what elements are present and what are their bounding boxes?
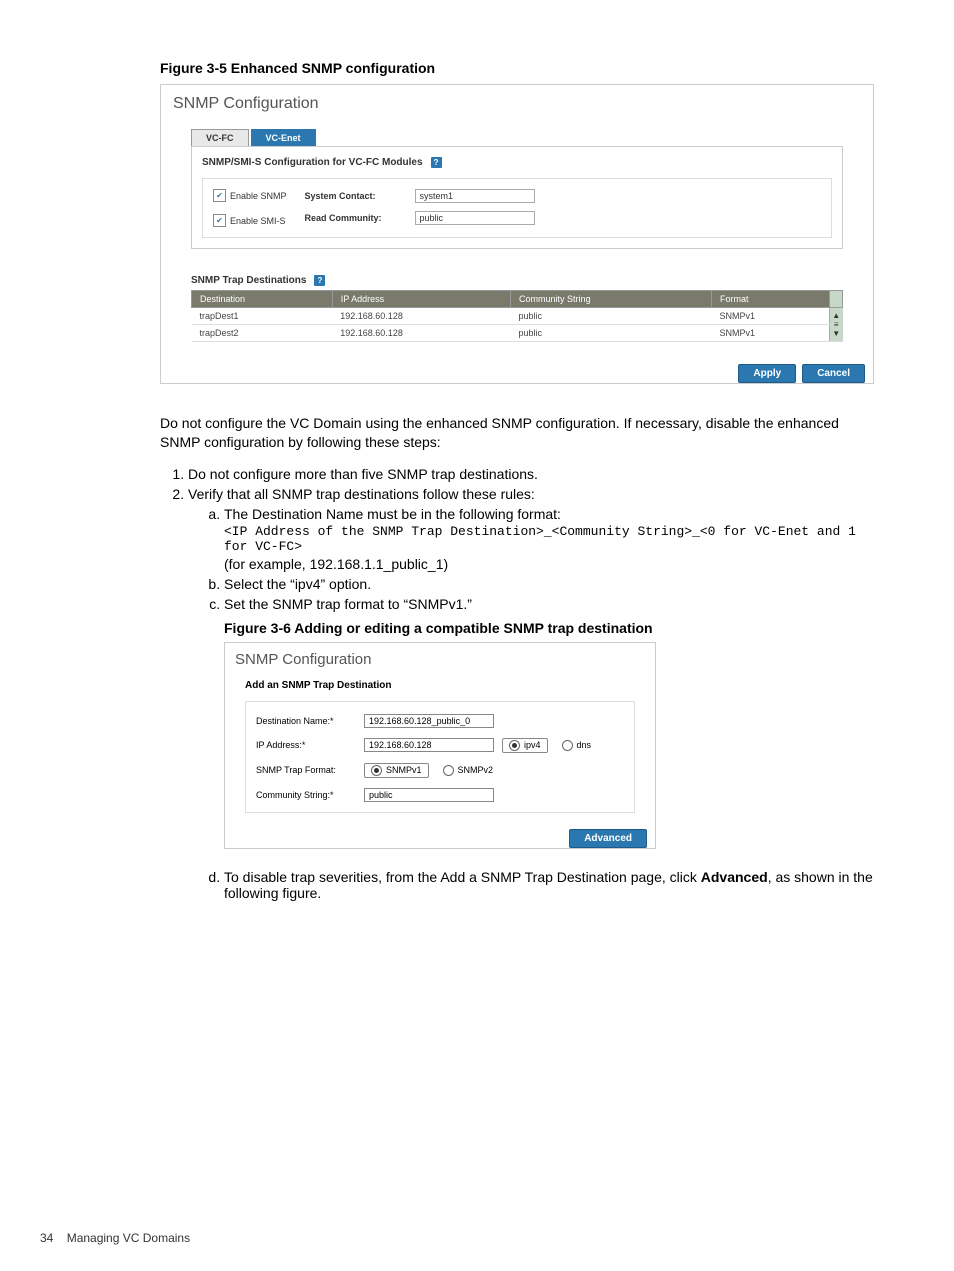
figure-3-5-screenshot: SNMP Configuration VC-FC VC-Enet SNMP/SM…: [160, 84, 874, 384]
cell-fmt: SNMPv1: [711, 325, 829, 342]
tab-vc-enet[interactable]: VC-Enet: [251, 129, 316, 146]
step-2c: Set the SNMP trap format to “SNMPv1.” Fi…: [224, 596, 874, 849]
figure-3-6-caption: Figure 3-6 Adding or editing a compatibl…: [224, 620, 874, 636]
radio-snmpv1-label: SNMPv1: [386, 765, 422, 775]
cell-dest: trapDest2: [192, 325, 333, 342]
cell-fmt: SNMPv1: [711, 308, 829, 325]
help-icon[interactable]: ?: [431, 157, 442, 168]
radio-ipv4-label: ipv4: [524, 740, 541, 750]
add-trap-heading: Add an SNMP Trap Destination: [245, 680, 635, 691]
code-format: <IP Address of the SNMP Trap Destination…: [224, 524, 874, 554]
trap-destinations-table: Destination IP Address Community String …: [191, 290, 843, 342]
dest-name-label: Destination Name:*: [256, 716, 356, 726]
checkbox-enable-smis[interactable]: ✔: [213, 214, 226, 227]
radio-snmpv2-label: SNMPv2: [458, 765, 494, 775]
step-1: Do not configure more than five SNMP tra…: [188, 466, 874, 482]
th-destination: Destination: [192, 291, 333, 308]
radio-dns-label: dns: [577, 740, 592, 750]
trap-format-label: SNMP Trap Format:: [256, 765, 356, 775]
checkbox-enable-snmp[interactable]: ✔: [213, 189, 226, 202]
radio-snmpv2[interactable]: [443, 765, 454, 776]
section-name: Managing VC Domains: [67, 1231, 190, 1245]
step-2: Verify that all SNMP trap destinations f…: [188, 486, 874, 901]
radio-ipv4[interactable]: [509, 740, 520, 751]
step-2b: Select the “ipv4” option.: [224, 576, 874, 592]
ip-address-label: IP Address:*: [256, 740, 356, 750]
row-controls[interactable]: ▲≡▼: [830, 308, 843, 342]
figure-3-6-screenshot: SNMP Configuration Add an SNMP Trap Dest…: [224, 642, 656, 849]
page-footer: 34 Managing VC Domains: [40, 1231, 190, 1245]
dest-name-input[interactable]: 192.168.60.128_public_0: [364, 714, 494, 728]
tab-vc-fc[interactable]: VC-FC: [191, 129, 249, 146]
table-row[interactable]: trapDest1 192.168.60.128 public SNMPv1 ▲…: [192, 308, 843, 325]
read-community-label: Read Community:: [305, 213, 405, 223]
system-contact-label: System Contact:: [305, 191, 405, 201]
step-2d-bold: Advanced: [701, 869, 768, 885]
step-2-text: Verify that all SNMP trap destinations f…: [188, 486, 535, 502]
step-2a-text: The Destination Name must be in the foll…: [224, 506, 561, 522]
apply-button[interactable]: Apply: [738, 364, 796, 383]
figure-3-5-caption: Figure 3-5 Enhanced SNMP configuration: [160, 60, 874, 76]
example-text: (for example, 192.168.1.1_public_1): [224, 556, 448, 572]
th-community: Community String: [511, 291, 712, 308]
steps-list: Do not configure more than five SNMP tra…: [160, 466, 874, 901]
intro-paragraph: Do not configure the VC Domain using the…: [160, 414, 874, 452]
th-controls: [830, 291, 843, 308]
system-contact-input[interactable]: system1: [415, 189, 535, 203]
th-ip: IP Address: [332, 291, 510, 308]
step-2c-text: Set the SNMP trap format to “SNMPv1.”: [224, 596, 472, 612]
cell-comm: public: [511, 325, 712, 342]
step-2d: To disable trap severities, from the Add…: [224, 869, 874, 901]
community-string-input[interactable]: public: [364, 788, 494, 802]
step-2a: The Destination Name must be in the foll…: [224, 506, 874, 572]
advanced-button[interactable]: Advanced: [569, 829, 647, 848]
trap-destinations-heading: SNMP Trap Destinations: [191, 275, 306, 286]
th-format: Format: [711, 291, 829, 308]
page-number: 34: [40, 1231, 53, 1245]
cancel-button[interactable]: Cancel: [802, 364, 865, 383]
cell-ip: 192.168.60.128: [332, 308, 510, 325]
enable-smis-label: Enable SMI-S: [230, 216, 286, 226]
cell-ip: 192.168.60.128: [332, 325, 510, 342]
snmp-config-title-2: SNMP Configuration: [225, 643, 655, 676]
enable-snmp-label: Enable SNMP: [230, 191, 287, 201]
table-row[interactable]: trapDest2 192.168.60.128 public SNMPv1: [192, 325, 843, 342]
help-icon[interactable]: ?: [314, 275, 325, 286]
read-community-input[interactable]: public: [415, 211, 535, 225]
snmp-config-title: SNMP Configuration: [161, 85, 873, 121]
panel-heading-text: SNMP/SMI-S Configuration for VC-FC Modul…: [202, 157, 423, 168]
cell-dest: trapDest1: [192, 308, 333, 325]
radio-snmpv1[interactable]: [371, 765, 382, 776]
community-string-label: Community String:*: [256, 790, 356, 800]
step-2d-pre: To disable trap severities, from the Add…: [224, 869, 701, 885]
cell-comm: public: [511, 308, 712, 325]
radio-dns[interactable]: [562, 740, 573, 751]
ip-address-input[interactable]: 192.168.60.128: [364, 738, 494, 752]
